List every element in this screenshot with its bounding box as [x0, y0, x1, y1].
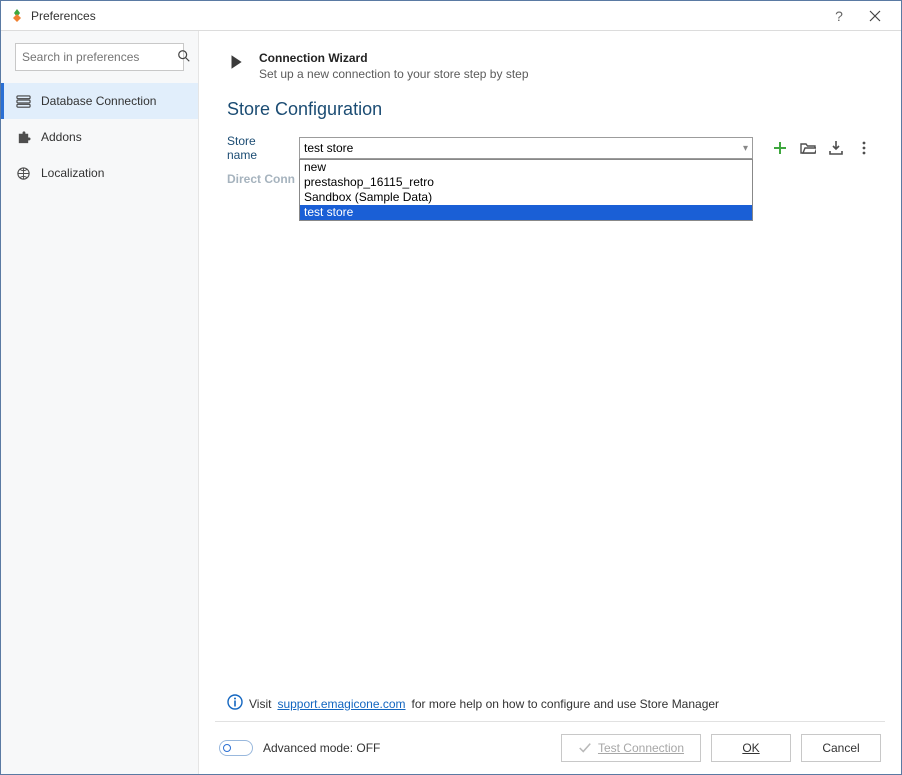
sidebar-item-label: Database Connection	[41, 94, 156, 108]
ok-button[interactable]: OK	[711, 734, 791, 762]
info-text-prefix: Visit	[249, 697, 271, 711]
wizard-title: Connection Wizard	[259, 51, 529, 65]
store-name-input[interactable]	[304, 141, 739, 155]
add-store-button[interactable]	[771, 139, 789, 157]
advanced-mode-toggle[interactable]	[219, 740, 253, 756]
more-actions-button[interactable]	[855, 139, 873, 157]
wizard-subtitle: Set up a new connection to your store st…	[259, 67, 529, 81]
store-name-dropdown: new prestashop_16115_retro Sandbox (Samp…	[299, 159, 753, 221]
store-name-label: Store name	[227, 134, 289, 162]
search-input-wrap[interactable]	[15, 43, 184, 71]
store-name-combobox[interactable]: ▾ new prestashop_16115_retro Sandbox (Sa…	[299, 137, 753, 159]
open-store-button[interactable]	[799, 139, 817, 157]
puzzle-icon	[15, 129, 31, 145]
window-title: Preferences	[31, 9, 821, 23]
advanced-mode-label: Advanced mode: OFF	[263, 741, 551, 755]
database-icon	[15, 93, 31, 109]
titlebar: Preferences ?	[1, 1, 901, 31]
cancel-button[interactable]: Cancel	[801, 734, 881, 762]
info-icon	[227, 694, 243, 713]
test-connection-button[interactable]: Test Connection	[561, 734, 701, 762]
close-button[interactable]	[857, 2, 893, 30]
sidebar-item-database-connection[interactable]: Database Connection	[1, 83, 198, 119]
sidebar-item-localization[interactable]: Localization	[1, 155, 198, 191]
sidebar: Database Connection Addons Localization	[1, 31, 199, 774]
play-icon	[227, 53, 247, 73]
chevron-down-icon[interactable]: ▾	[739, 143, 748, 154]
section-title: Store Configuration	[227, 99, 873, 120]
test-connection-label: Test Connection	[598, 741, 684, 755]
app-icon	[9, 8, 25, 24]
dropdown-option[interactable]: prestashop_16115_retro	[300, 175, 752, 190]
info-text-suffix: for more help on how to configure and us…	[412, 697, 720, 711]
sidebar-item-addons[interactable]: Addons	[1, 119, 198, 155]
check-icon	[578, 741, 592, 755]
help-button[interactable]: ?	[821, 2, 857, 30]
sidebar-item-label: Addons	[41, 130, 82, 144]
toggle-knob	[223, 744, 231, 752]
dropdown-option[interactable]: Sandbox (Sample Data)	[300, 190, 752, 205]
main-panel: Connection Wizard Set up a new connectio…	[199, 31, 901, 774]
sidebar-item-label: Localization	[41, 166, 104, 180]
cancel-label: Cancel	[822, 741, 859, 755]
ok-label: OK	[742, 741, 759, 755]
dropdown-option[interactable]: new	[300, 160, 752, 175]
search-input[interactable]	[22, 50, 177, 64]
dropdown-option-selected[interactable]: test store	[300, 205, 752, 220]
footer: Advanced mode: OFF Test Connection OK Ca…	[199, 722, 901, 774]
import-store-button[interactable]	[827, 139, 845, 157]
globe-icon	[15, 165, 31, 181]
info-bar: Visit support.emagicone.com for more hel…	[199, 686, 901, 721]
connection-wizard-row[interactable]: Connection Wizard Set up a new connectio…	[227, 51, 873, 81]
search-icon	[177, 49, 191, 66]
support-link[interactable]: support.emagicone.com	[277, 697, 405, 711]
